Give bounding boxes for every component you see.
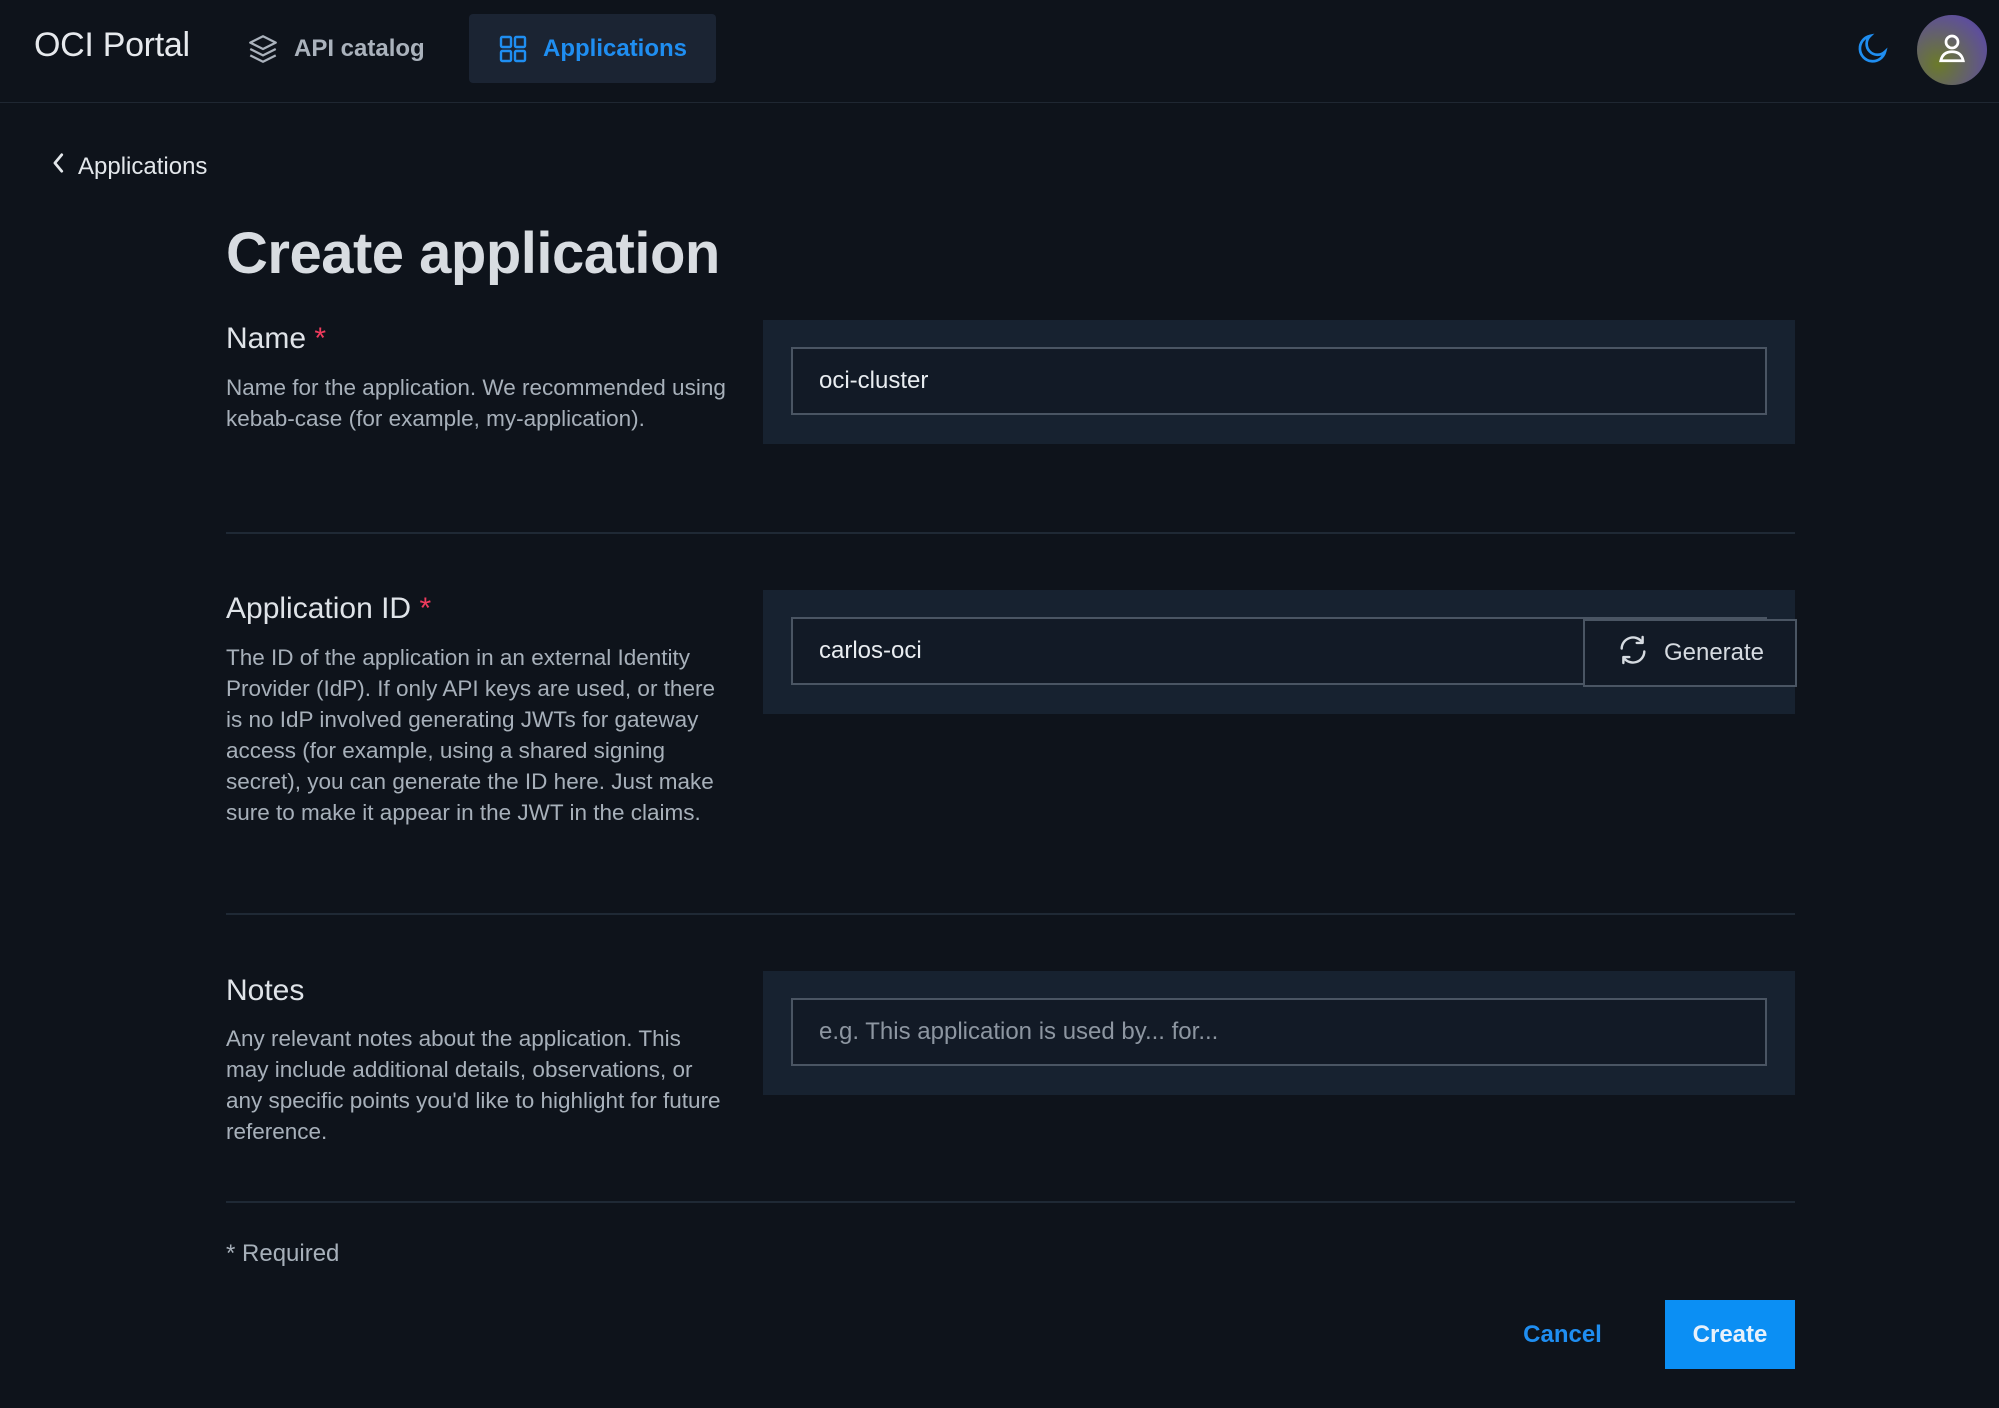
name-panel: oci-cluster [763, 320, 1795, 444]
notes-description: Any relevant notes about the application… [226, 1026, 721, 1144]
app-id-value: carlos-oci [819, 637, 922, 664]
cancel-button[interactable]: Cancel [1510, 1300, 1615, 1369]
section-divider [226, 913, 1795, 915]
page-title: Create application [226, 221, 720, 286]
required-mark: * [419, 592, 432, 625]
notes-panel: e.g. This application is used by... for.… [763, 971, 1795, 1095]
avatar[interactable] [1917, 15, 1987, 85]
app-id-label-text: Application ID [226, 592, 412, 625]
name-label: Name * [226, 322, 326, 356]
layers-icon [246, 32, 280, 66]
app-id-panel: carlos-oci Generate [763, 590, 1797, 714]
required-mark: * [314, 322, 327, 355]
notes-input[interactable]: e.g. This application is used by... for.… [791, 998, 1767, 1066]
app-id-input[interactable]: carlos-oci Generate [791, 617, 1797, 687]
refresh-icon [1616, 633, 1650, 674]
section-divider [226, 532, 1795, 534]
name-description: Name for the application. We recommended… [226, 375, 726, 431]
required-note: * Required [226, 1240, 340, 1267]
grid-icon [497, 33, 529, 65]
generate-button[interactable]: Generate [1585, 619, 1797, 687]
nav-applications[interactable]: Applications [469, 14, 716, 83]
notes-label: Notes [226, 974, 304, 1008]
section-divider [226, 1201, 1795, 1203]
generate-button-label: Generate [1663, 639, 1765, 666]
name-label-text: Name [226, 322, 307, 355]
back-link-label: Applications [78, 152, 208, 180]
app-id-label: Application ID * [226, 592, 431, 626]
nav-api-catalog[interactable]: API catalog [218, 14, 453, 83]
top-bar: OCI Portal API catalog Applications [0, 0, 1999, 103]
app-id-description: The ID of the application in an external… [226, 645, 715, 825]
back-link[interactable]: Applications [50, 152, 207, 181]
moon-icon[interactable] [1855, 30, 1891, 71]
nav-api-catalog-label: API catalog [294, 34, 425, 62]
chevron-left-icon [50, 152, 68, 181]
brand-title[interactable]: OCI Portal [34, 26, 190, 65]
create-button[interactable]: Create [1665, 1300, 1795, 1369]
notes-label-text: Notes [226, 974, 305, 1007]
user-icon [1934, 30, 1970, 71]
nav-applications-label: Applications [543, 34, 688, 62]
name-input[interactable]: oci-cluster [791, 347, 1767, 415]
